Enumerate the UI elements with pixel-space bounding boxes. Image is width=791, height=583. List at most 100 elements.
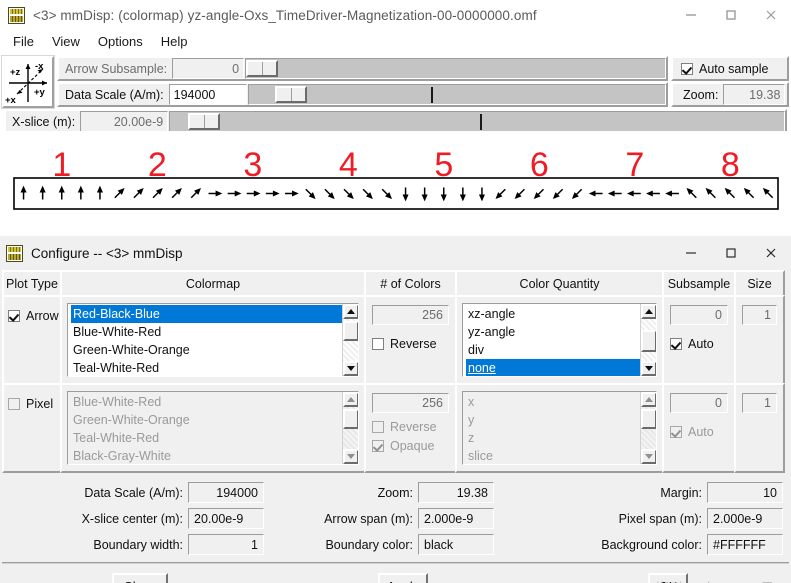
scroll-down-icon[interactable]: [641, 361, 656, 376]
list-item[interactable]: yz-angle: [466, 323, 640, 341]
arrow-size-input[interactable]: 1: [742, 305, 777, 325]
xslice-center-label: X-slice center (m):: [81, 511, 183, 526]
pixel-num-colors-input[interactable]: 256: [372, 393, 449, 413]
pixel-size-input[interactable]: 1: [742, 393, 777, 413]
scrollbar-thumb[interactable]: [343, 409, 358, 429]
data-scale-input[interactable]: 194000: [188, 482, 264, 503]
scroll-down-icon[interactable]: [343, 361, 358, 376]
scroll-up-icon[interactable]: [641, 392, 656, 407]
arrow-subsample-input[interactable]: 0: [172, 58, 245, 79]
zoom-input[interactable]: 19.38: [723, 84, 786, 105]
list-item[interactable]: slice: [466, 447, 640, 464]
arrow-colormap-scrollbar[interactable]: [342, 304, 358, 376]
main-toolbar: +z -x +y +x Arrow Subsample: 0 Auto samp…: [0, 54, 791, 134]
scrollbar-thumb[interactable]: [641, 330, 656, 352]
header-colormap: Colormap: [60, 270, 366, 297]
background-color-input[interactable]: #FFFFFF: [707, 534, 783, 555]
minimize-icon[interactable]: [671, 238, 711, 268]
arrow-reverse-checkbox[interactable]: [372, 338, 384, 350]
data-scale-slider-tick: [430, 87, 433, 103]
list-item[interactable]: y: [466, 411, 640, 429]
arrow-subsample-slider[interactable]: [245, 58, 666, 79]
menu-view[interactable]: View: [43, 31, 89, 53]
list-item[interactable]: Teal-White-Red: [71, 429, 342, 447]
arrow-subsample-cell: 0 Auto: [662, 295, 736, 385]
arrow-num-colors-input[interactable]: 256: [372, 305, 449, 325]
list-item[interactable]: none: [466, 359, 640, 376]
pixel-opaque-checkbox[interactable]: [372, 440, 384, 452]
list-item[interactable]: Blue-White-Red: [71, 323, 342, 341]
menu-help[interactable]: Help: [152, 31, 197, 53]
arrow-color-quantity-cell: xz-angle yz-angle div none: [455, 295, 664, 385]
arrow-subsample-slider-thumb[interactable]: [246, 60, 279, 77]
arrow-span-input[interactable]: 2.000e-9: [418, 508, 494, 529]
arrow-color-quantity-scrollbar[interactable]: [640, 304, 656, 376]
pixel-reverse-checkbox[interactable]: [372, 421, 384, 433]
scroll-down-icon[interactable]: [641, 449, 656, 464]
scroll-up-icon[interactable]: [343, 392, 358, 407]
data-scale-group: Data Scale (A/m): 194000: [57, 82, 668, 107]
zoom-input[interactable]: 19.38: [418, 482, 494, 503]
configure-window-controls: [671, 238, 791, 268]
xslice-slider[interactable]: [169, 111, 785, 132]
boundary-width-input[interactable]: 1: [188, 534, 264, 555]
boundary-color-input[interactable]: black: [418, 534, 494, 555]
menu-file[interactable]: File: [4, 31, 43, 53]
scroll-up-icon[interactable]: [641, 304, 656, 319]
scrollbar-thumb[interactable]: [343, 321, 358, 341]
pixel-colormap-listbox[interactable]: Blue-White-Red Green-White-Orange Teal-W…: [67, 391, 359, 465]
list-item[interactable]: Red-Black-Blue: [71, 305, 342, 323]
pixel-subsample-input[interactable]: 0: [670, 393, 728, 413]
scroll-down-icon[interactable]: [343, 449, 358, 464]
close-icon[interactable]: [751, 238, 791, 268]
list-item[interactable]: Green-White-Orange: [71, 411, 342, 429]
pixel-enable-checkbox[interactable]: [8, 398, 20, 410]
list-item[interactable]: Green-White-Orange: [71, 341, 342, 359]
data-scale-slider-thumb[interactable]: [274, 86, 307, 103]
scrollbar-thumb[interactable]: [641, 409, 656, 429]
arrow-subsample-group: Arrow Subsample: 0: [57, 56, 668, 81]
close-icon[interactable]: [751, 0, 791, 30]
xslice-slider-thumb[interactable]: [188, 113, 221, 130]
xslice-input[interactable]: 20.00e-9: [80, 111, 169, 132]
minimize-icon[interactable]: [671, 0, 711, 30]
arrow-enable-checkbox[interactable]: [8, 310, 20, 322]
maximize-icon[interactable]: [711, 238, 751, 268]
pixel-auto-checkbox[interactable]: [670, 426, 682, 438]
arrow-reverse-label: Reverse: [390, 337, 437, 351]
list-item[interactable]: xz-angle: [466, 305, 640, 323]
maximize-icon[interactable]: [711, 0, 751, 30]
plot-region-label: 4: [339, 146, 358, 184]
data-scale-slider[interactable]: [247, 84, 666, 105]
close-button[interactable]: Close: [112, 573, 168, 583]
list-item[interactable]: z: [466, 429, 640, 447]
magnetization-arrow-plot[interactable]: 1 2 3 4 5 6 7 8: [0, 131, 791, 236]
arrow-auto-checkbox[interactable]: [670, 338, 682, 350]
pixel-span-input[interactable]: 2.000e-9: [707, 508, 783, 529]
data-scale-group: Data Scale (A/m): 194000: [4, 482, 264, 503]
application-root: <3> mmDisp: (colormap) yz-angle-Oxs_Time…: [0, 0, 791, 583]
list-item[interactable]: x: [466, 393, 640, 411]
pixel-colormap-cell: Blue-White-Red Green-White-Orange Teal-W…: [60, 383, 366, 473]
list-item[interactable]: Teal-White-Red: [71, 359, 342, 376]
list-item[interactable]: div: [466, 341, 640, 359]
pixel-colormap-scrollbar[interactable]: [342, 392, 358, 464]
pixel-color-quantity-listbox[interactable]: x y z slice: [462, 391, 657, 465]
list-item[interactable]: Black-Gray-White: [71, 447, 342, 464]
pixel-color-quantity-scrollbar[interactable]: [640, 392, 656, 464]
arrow-color-quantity-listbox[interactable]: xz-angle yz-angle div none: [462, 303, 657, 377]
apply-button[interactable]: Apply: [378, 573, 428, 583]
settings-row-2: X-slice center (m): 20.00e-9 Arrow span …: [4, 507, 787, 530]
csdn-watermark: CSDN @搬砖工人_0803号: [592, 578, 775, 583]
settings-row-3: Boundary width: 1 Boundary color: black …: [4, 533, 787, 556]
scroll-up-icon[interactable]: [343, 304, 358, 319]
data-scale-input[interactable]: 194000: [168, 84, 247, 105]
margin-input[interactable]: 10: [707, 482, 783, 503]
list-item[interactable]: Blue-White-Red: [71, 393, 342, 411]
auto-sample-checkbox[interactable]: [681, 62, 693, 75]
arrow-subsample-input[interactable]: 0: [670, 305, 728, 325]
arrow-colormap-listbox[interactable]: Red-Black-Blue Blue-White-Red Green-Whit…: [67, 303, 359, 377]
menu-options[interactable]: Options: [89, 31, 152, 53]
xslice-center-input[interactable]: 20.00e-9: [188, 508, 264, 529]
axis-orientation-widget[interactable]: +z -x +y +x: [1, 55, 55, 109]
